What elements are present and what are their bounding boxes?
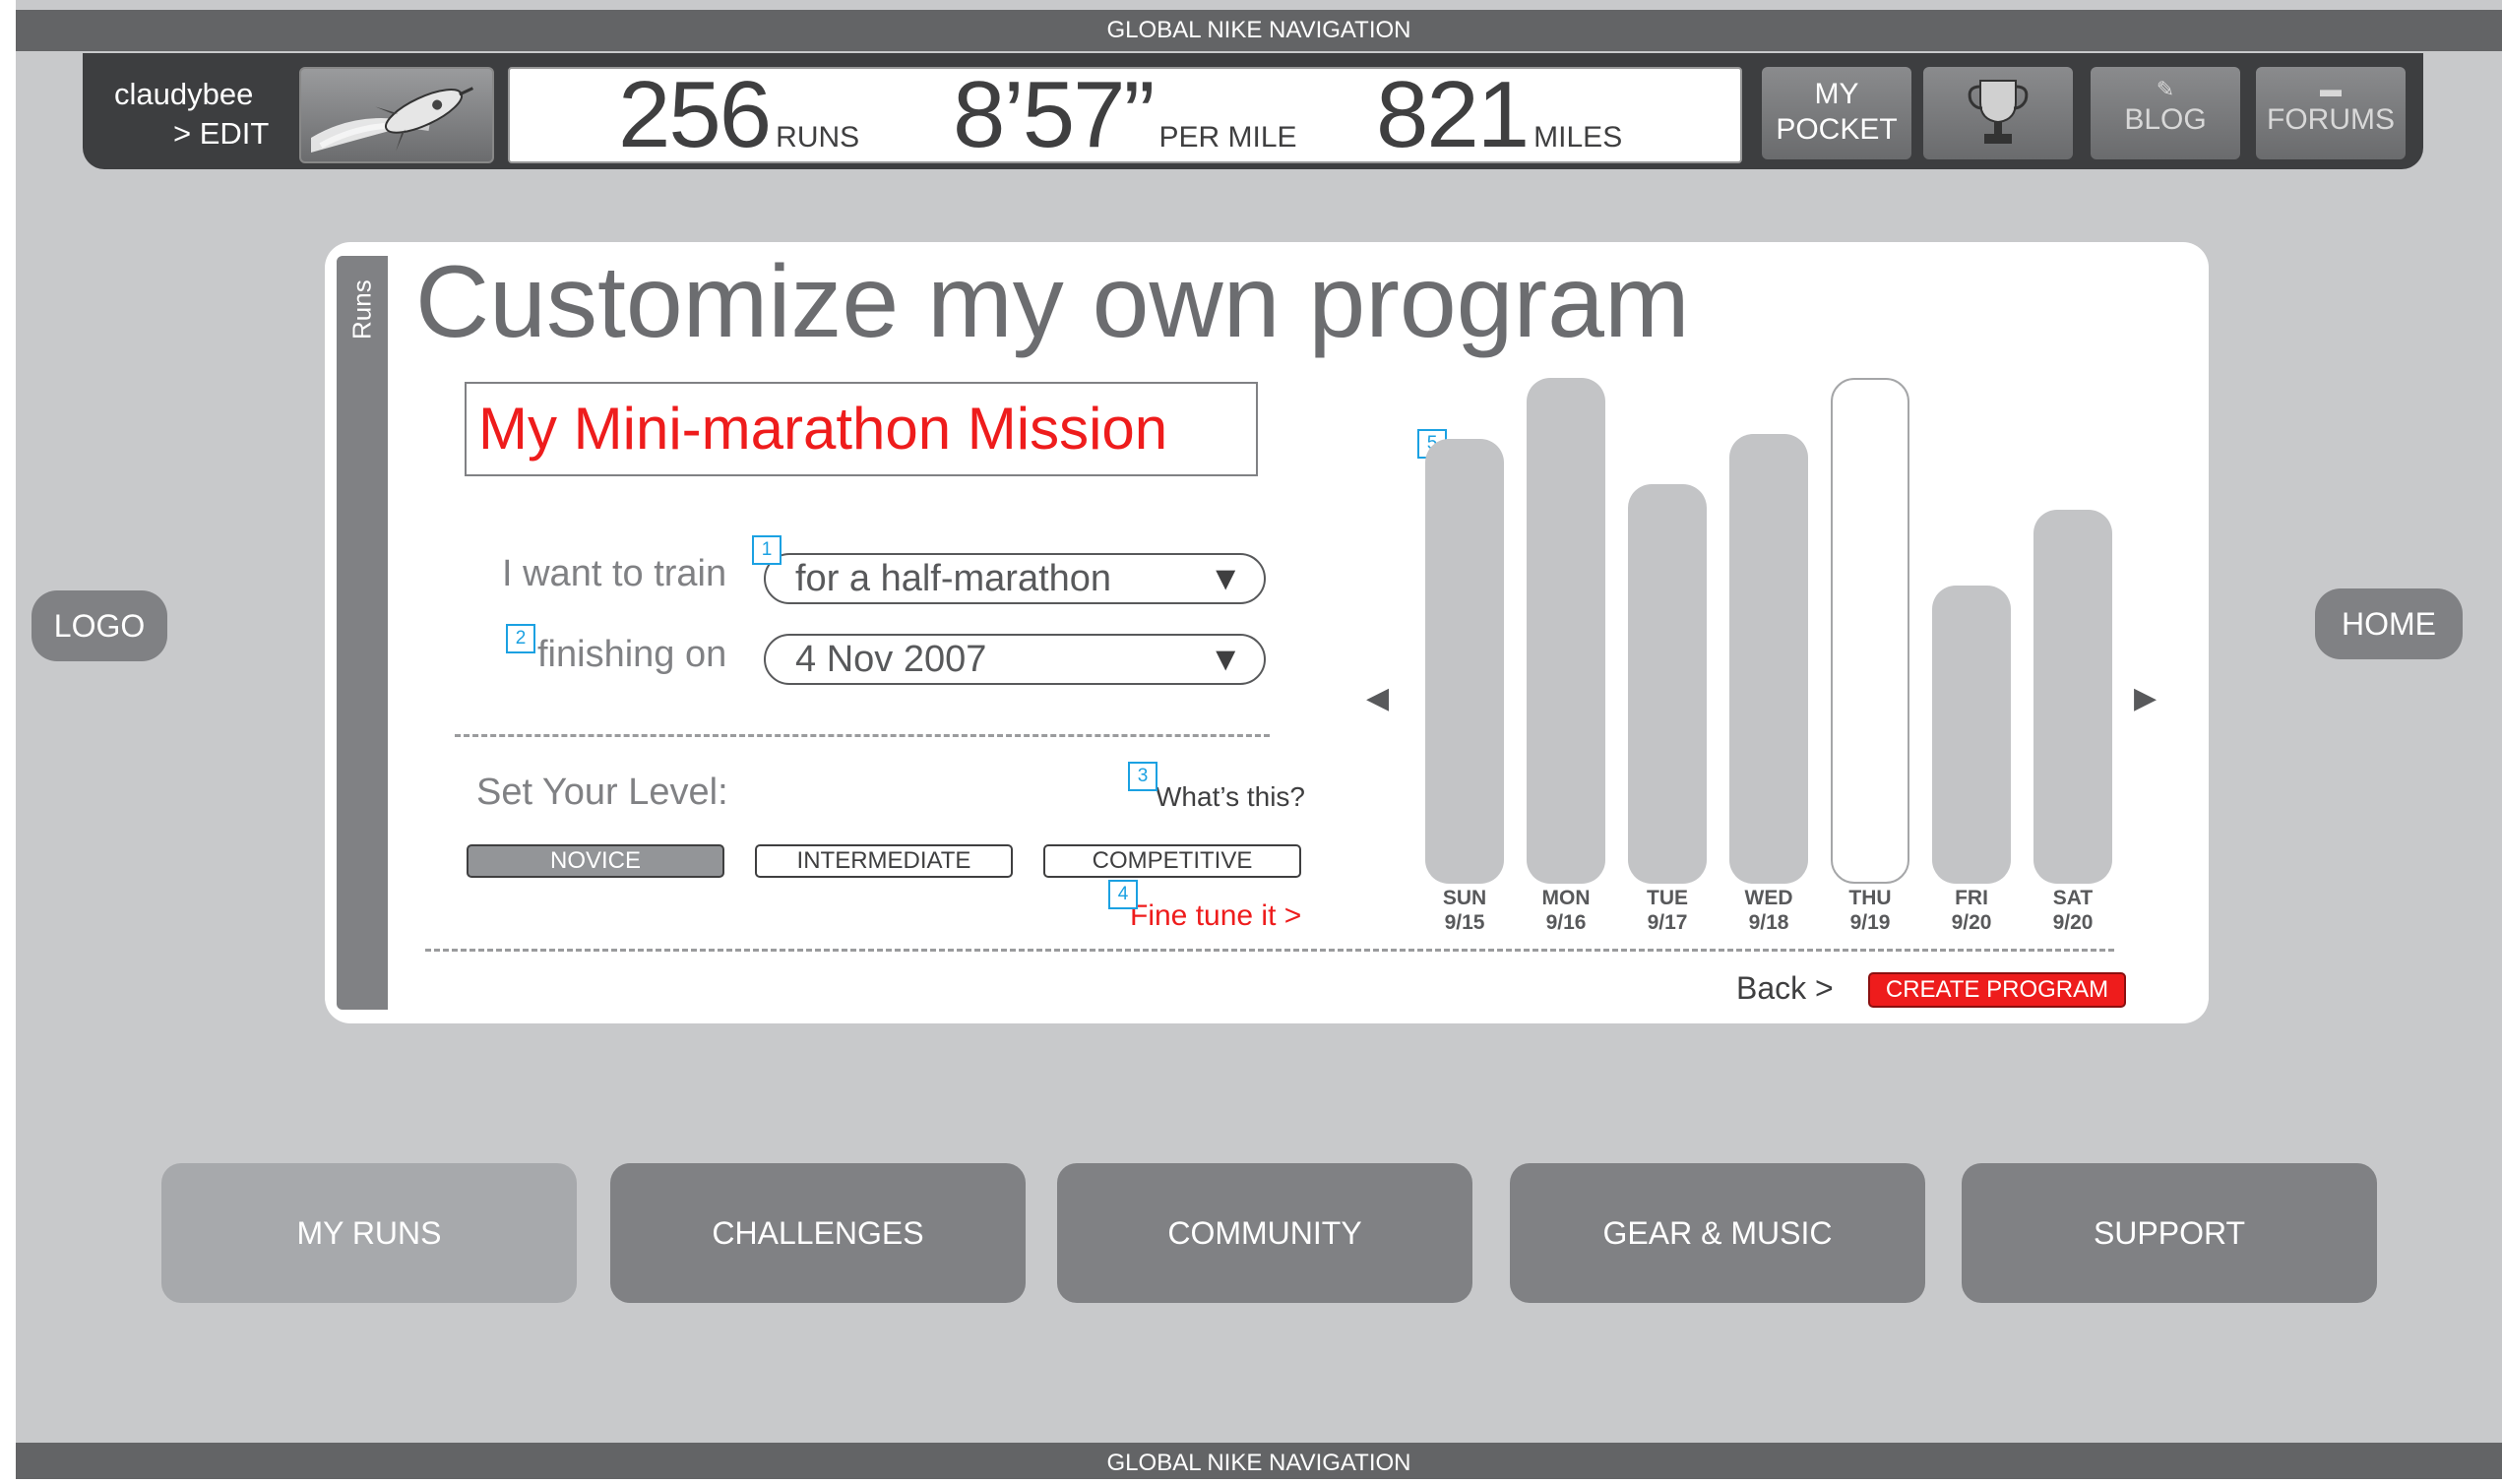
trophy-button[interactable] (1923, 67, 2073, 159)
program-name-field[interactable]: My Mini-marathon Mission (465, 382, 1258, 476)
level-novice-button[interactable]: NOVICE (467, 844, 724, 878)
day-name: TUE (1647, 887, 1688, 909)
day-label: TUE 9/17 (1628, 886, 1707, 935)
train-label: I want to train (502, 553, 727, 594)
race-type-select[interactable]: for a half-marathon ▼ (764, 553, 1266, 604)
my-pocket-button[interactable]: MY POCKET (1762, 67, 1911, 159)
runs-tab-label: Runs (346, 279, 377, 340)
nav-community[interactable]: COMMUNITY (1057, 1163, 1472, 1303)
day-label: THU 9/19 (1831, 886, 1909, 935)
finish-date-select[interactable]: 4 Nov 2007 ▼ (764, 634, 1266, 685)
nav-my-runs[interactable]: MY RUNS (161, 1163, 577, 1303)
runs-side-tab[interactable] (337, 256, 388, 1010)
day-name: WED (1744, 887, 1793, 909)
fine-tune-link[interactable]: Fine tune it > (1130, 899, 1301, 933)
day-bar-thu[interactable] (1831, 378, 1909, 884)
day-label: MON 9/16 (1527, 886, 1605, 935)
stat-runs: 256 RUNS (618, 62, 860, 167)
divider-dashed-bottom (425, 949, 2114, 952)
annotation-marker-2: 2 (506, 624, 535, 653)
chat-bubble-icon: ▬ (2320, 77, 2342, 101)
day-date: 9/19 (1849, 911, 1891, 934)
customize-program-card: Runs Customize my own program My Mini-ma… (325, 242, 2209, 1023)
nav-challenges[interactable]: CHALLENGES (610, 1163, 1026, 1303)
day-name: FRI (1955, 887, 1988, 909)
day-date: 9/16 (1545, 911, 1587, 934)
blog-button[interactable]: ✎ BLOG (2091, 67, 2240, 159)
avatar[interactable] (299, 67, 494, 163)
whats-this-link[interactable]: What’s this? (1156, 781, 1305, 813)
chevron-down-icon: ▼ (1209, 560, 1242, 597)
finish-date-value: 4 Nov 2007 (795, 639, 987, 680)
day-bar-sun[interactable] (1425, 439, 1504, 884)
home-button[interactable]: HOME (2315, 588, 2463, 659)
day-name: THU (1848, 887, 1892, 909)
level-intermediate-button[interactable]: INTERMEDIATE (755, 844, 1013, 878)
stat-miles: 821 MILES (1376, 62, 1623, 167)
day-label: FRI 9/20 (1932, 886, 2011, 935)
annotation-marker-4: 4 (1108, 880, 1138, 909)
page-title: Customize my own program (415, 245, 1690, 359)
prev-week-arrow[interactable]: ◀ (1366, 681, 1389, 715)
annotation-marker-3: 3 (1128, 762, 1157, 791)
day-date: 9/18 (1748, 911, 1789, 934)
next-week-arrow[interactable]: ▶ (2134, 681, 2157, 715)
day-bar-mon[interactable] (1527, 378, 1605, 884)
nav-support[interactable]: SUPPORT (1962, 1163, 2377, 1303)
logo-button[interactable]: LOGO (31, 590, 167, 661)
day-bar-wed[interactable] (1729, 434, 1808, 884)
day-label: SAT 9/20 (2033, 886, 2112, 935)
annotation-marker-1: 1 (752, 535, 782, 565)
rocket-icon (311, 87, 474, 153)
run-stats: 256 RUNS 8’57” PER MILE 821 MILES (508, 67, 1742, 163)
day-bar-tue[interactable] (1628, 484, 1707, 884)
finish-label: finishing on (537, 634, 727, 675)
day-date: 9/17 (1647, 911, 1688, 934)
pencil-icon: ✎ (2156, 77, 2175, 101)
day-date: 9/15 (1444, 911, 1485, 934)
forums-button[interactable]: ▬ FORUMS (2256, 67, 2406, 159)
trophy-icon (1968, 80, 2029, 144)
divider-dashed (455, 734, 1270, 737)
stat-pace: 8’57” PER MILE (953, 62, 1297, 167)
global-nav-top[interactable]: GLOBAL NIKE NAVIGATION (16, 10, 2502, 51)
day-name: MON (1541, 887, 1591, 909)
nav-gear-music[interactable]: GEAR & MUSIC (1510, 1163, 1925, 1303)
day-label: SUN 9/15 (1425, 886, 1504, 935)
day-bar-fri[interactable] (1932, 586, 2011, 884)
create-program-button[interactable]: CREATE PROGRAM (1868, 972, 2126, 1008)
back-link[interactable]: Back > (1736, 970, 1834, 1007)
level-competitive-button[interactable]: COMPETITIVE (1043, 844, 1301, 878)
day-date: 9/20 (2052, 911, 2094, 934)
day-date: 9/20 (1951, 911, 1992, 934)
chevron-down-icon: ▼ (1209, 641, 1242, 678)
day-name: SAT (2052, 887, 2094, 909)
race-type-value: for a half-marathon (795, 558, 1112, 599)
global-nav-bottom[interactable]: GLOBAL NIKE NAVIGATION (16, 1443, 2502, 1479)
day-name: SUN (1442, 887, 1487, 909)
day-bar-sat[interactable] (2033, 510, 2112, 884)
header-bar: claudybee > EDIT 256 RUNS 8’57” PER MILE 8… (83, 53, 2423, 169)
level-label: Set Your Level: (476, 772, 728, 813)
day-label: WED 9/18 (1729, 886, 1808, 935)
